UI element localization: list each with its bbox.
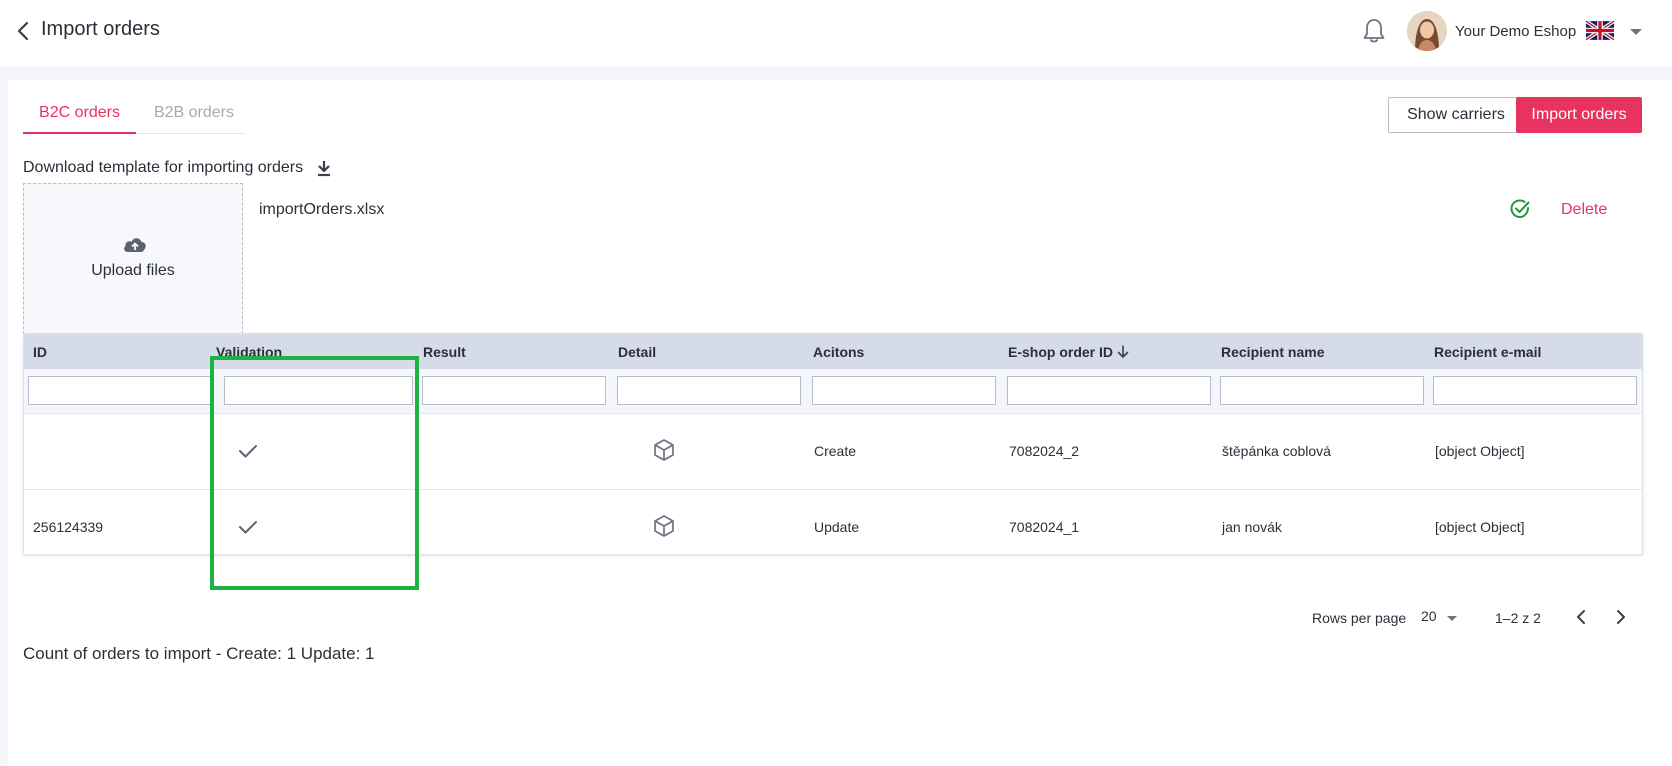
filter-eshop-order-id-input[interactable]	[1007, 376, 1211, 405]
filter-id-input[interactable]	[28, 376, 211, 405]
cell-recipient-name: jan novák	[1222, 519, 1282, 535]
orders-table: ID Validation Result Detail Acitons E-sh…	[23, 333, 1643, 555]
import-orders-button[interactable]: Import orders	[1516, 97, 1642, 133]
filter-recipient-name-input[interactable]	[1220, 376, 1424, 405]
order-type-tabs: B2C orders B2B orders	[23, 96, 246, 134]
avatar-image	[1407, 11, 1447, 51]
page-title: Import orders	[41, 18, 160, 40]
validation-check-icon	[239, 521, 257, 534]
table-header: ID Validation Result Detail Acitons E-sh…	[24, 334, 1642, 413]
download-template-link[interactable]: Download template for importing orders	[23, 159, 303, 177]
validation-check-icon	[239, 445, 257, 458]
column-header-id[interactable]: ID	[33, 344, 47, 360]
upload-label: Upload files	[91, 262, 175, 279]
column-header-actions[interactable]: Acitons	[813, 344, 864, 360]
language-caret-icon[interactable]	[1630, 29, 1642, 35]
filter-validation-input[interactable]	[224, 376, 413, 405]
previous-page-icon[interactable]	[1574, 608, 1588, 626]
back-arrow-icon[interactable]	[14, 20, 32, 42]
cell-recipient-email: [object Object]	[1435, 443, 1525, 459]
sort-down-arrow-icon[interactable]	[1117, 345, 1129, 359]
cell-recipient-email: [object Object]	[1435, 519, 1525, 535]
rows-per-page-label: Rows per page	[1312, 610, 1407, 626]
column-header-recipient-name[interactable]: Recipient name	[1221, 344, 1324, 360]
cell-eshop-order-id: 7082024_1	[1009, 519, 1080, 535]
table-row[interactable]: 256124339 Update 7082024_1 jan novák [ob…	[24, 489, 1642, 554]
shop-name[interactable]: Your Demo Eshop	[1455, 23, 1576, 40]
upload-dropzone[interactable]: Upload files	[23, 183, 243, 334]
filter-result-input[interactable]	[422, 376, 606, 405]
cloud-upload-icon	[124, 238, 146, 252]
avatar[interactable]	[1407, 11, 1447, 51]
table-row[interactable]: Create 7082024_2 štěpánka coblová [objec…	[24, 413, 1642, 488]
filter-row	[24, 369, 1642, 413]
next-page-icon[interactable]	[1614, 608, 1628, 626]
tab-b2b-orders[interactable]: B2B orders	[142, 96, 246, 134]
orders-count-summary: Count of orders to import - Create: 1 Up…	[23, 644, 375, 663]
pagination-range: 1–2 z 2	[1495, 610, 1541, 626]
filter-actions-input[interactable]	[812, 376, 996, 405]
cell-action: Update	[814, 519, 860, 535]
tab-b2c-orders[interactable]: B2C orders	[23, 96, 136, 134]
notification-bell-icon[interactable]	[1361, 17, 1387, 45]
delete-file-link[interactable]: Delete	[1561, 201, 1607, 219]
show-carriers-button[interactable]: Show carriers	[1388, 97, 1524, 133]
uk-flag-icon[interactable]	[1586, 20, 1614, 41]
package-box-icon[interactable]	[651, 513, 677, 539]
check-circle-icon	[1510, 199, 1530, 219]
column-header-eshop-order-id[interactable]: E-shop order ID	[1008, 344, 1129, 360]
column-header-recipient-email[interactable]: Recipient e-mail	[1434, 344, 1541, 360]
column-header-detail[interactable]: Detail	[618, 344, 656, 360]
cell-id: 256124339	[33, 519, 104, 535]
cell-recipient-name: štěpánka coblová	[1222, 443, 1331, 459]
filter-recipient-email-input[interactable]	[1433, 376, 1637, 405]
column-header-validation[interactable]: Validation	[216, 344, 282, 360]
column-header-eshop-order-id-label: E-shop order ID	[1008, 344, 1114, 360]
cell-action: Create	[814, 443, 857, 459]
column-header-result[interactable]: Result	[423, 344, 466, 360]
download-icon[interactable]	[314, 158, 334, 178]
top-bar: Import orders Your Demo Eshop	[0, 0, 1672, 66]
cell-eshop-order-id: 7082024_2	[1009, 443, 1080, 459]
filter-detail-input[interactable]	[617, 376, 801, 405]
rows-per-page-caret-icon[interactable]	[1447, 616, 1457, 621]
package-box-icon[interactable]	[651, 437, 677, 463]
uploaded-file-name: importOrders.xlsx	[259, 201, 385, 218]
